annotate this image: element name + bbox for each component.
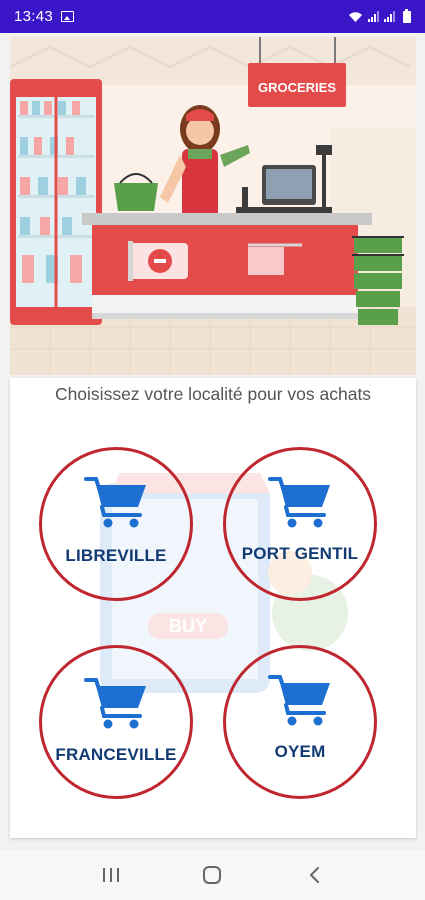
wifi-icon	[349, 11, 362, 22]
status-icons	[348, 8, 411, 23]
city-label-oyem: OYEM	[274, 742, 326, 761]
city-button-franceville[interactable]: FRANCEVILLE	[39, 645, 193, 799]
battery-icon	[403, 8, 411, 23]
recents-icon	[102, 868, 119, 882]
city-label-franceville: FRANCEVILLE	[55, 745, 177, 764]
shopping-cart-icon	[268, 477, 330, 528]
recents-button[interactable]	[91, 855, 131, 895]
city-button-libreville[interactable]: LIBREVILLE	[39, 447, 193, 601]
status-time: 13:43	[14, 8, 54, 25]
back-button[interactable]	[294, 855, 334, 895]
city-label-libreville: LIBREVILLE	[65, 546, 167, 565]
location-prompt: Choisissez votre localité pour vos achat…	[54, 384, 372, 404]
shopping-cart-icon	[84, 477, 146, 528]
location-card: Choisissez votre localité pour vos achat…	[10, 378, 416, 838]
city-button-port-gentil[interactable]: PORT GENTIL	[223, 447, 377, 601]
signal-icon	[368, 11, 379, 22]
home-button[interactable]	[192, 855, 232, 895]
back-icon	[310, 867, 320, 883]
shopping-cart-icon	[268, 675, 330, 726]
image-icon	[61, 11, 75, 22]
city-label-port-gentil: PORT GENTIL	[241, 544, 359, 563]
watermark-buy-text: BUY	[169, 616, 207, 636]
city-button-oyem[interactable]: OYEM	[223, 645, 377, 799]
groceries-sign: GROCERIES	[258, 80, 336, 95]
hero-illustration: GROCERIES	[10, 37, 416, 375]
grocery-store-illustration: GROCERIES	[10, 37, 416, 375]
app-screen: 13:43 GROCERIES Choisissez votre localit…	[0, 0, 425, 900]
navigation-bar	[0, 850, 425, 900]
signal-icon	[384, 11, 395, 22]
status-bar: 13:43	[0, 0, 425, 33]
home-icon	[203, 866, 222, 884]
shopping-cart-icon	[84, 678, 146, 729]
